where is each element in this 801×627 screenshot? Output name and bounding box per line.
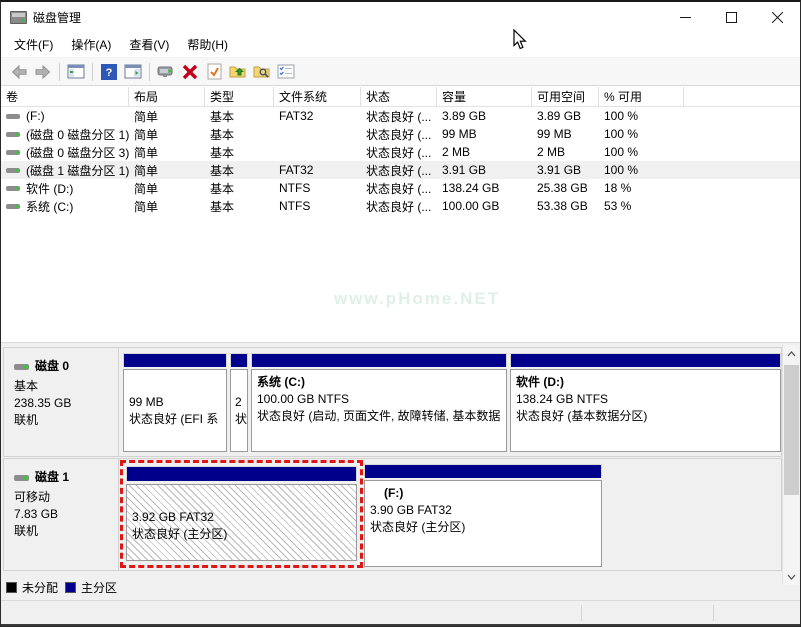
- col-pct-free[interactable]: % 可用: [599, 87, 684, 106]
- partition-type-band: [510, 353, 781, 367]
- partition-d[interactable]: 软件 (D:) 138.24 GB NTFS 状态良好 (基本数据分区): [510, 353, 781, 452]
- maximize-button[interactable]: [708, 2, 754, 32]
- table-row[interactable]: 系统 (C:) 简单 基本 NTFS 状态良好 (... 100.00 GB 5…: [1, 197, 800, 215]
- vertical-scrollbar[interactable]: [782, 345, 799, 585]
- col-status[interactable]: 状态: [361, 87, 437, 106]
- partition-type-band: [364, 464, 602, 478]
- disk-type: 基本: [14, 378, 114, 395]
- disk-icon: [14, 364, 29, 370]
- col-capacity[interactable]: 容量: [437, 87, 532, 106]
- menubar: 文件(F) 操作(A) 查看(V) 帮助(H): [1, 32, 800, 58]
- volume-icon: [6, 186, 20, 191]
- partition-efi[interactable]: 99 MB 状态良好 (EFI 系: [123, 353, 227, 452]
- statusbar-divider: [581, 605, 582, 621]
- unallocated-color-swatch: [6, 582, 17, 593]
- col-filler: [684, 87, 800, 106]
- table-header: 卷 布局 类型 文件系统 状态 容量 可用空间 % 可用: [1, 87, 800, 107]
- col-free-space[interactable]: 可用空间: [532, 87, 599, 106]
- toolbar-separator: [59, 63, 60, 81]
- volume-icon: [6, 132, 20, 137]
- help-icon[interactable]: ?: [97, 61, 121, 83]
- console-tree-icon[interactable]: [64, 61, 88, 83]
- action-pane-icon[interactable]: [121, 61, 145, 83]
- disk0-label-panel[interactable]: 磁盘 0 基本 238.35 GB 联机: [4, 348, 119, 456]
- display-icon[interactable]: [154, 61, 178, 83]
- scroll-down-icon[interactable]: [783, 568, 800, 585]
- close-button[interactable]: [754, 2, 800, 32]
- table-row[interactable]: 软件 (D:) 简单 基本 NTFS 状态良好 (... 138.24 GB 2…: [1, 179, 800, 197]
- disk-status: 联机: [14, 412, 114, 429]
- col-type[interactable]: 类型: [205, 87, 274, 106]
- check-doc-icon[interactable]: [202, 61, 226, 83]
- legend: 未分配 主分区: [6, 579, 117, 596]
- toolbar-separator: [92, 63, 93, 81]
- titlebar: 磁盘管理: [1, 2, 800, 32]
- disk1-label-panel[interactable]: 磁盘 1 可移动 7.83 GB 联机: [4, 459, 119, 570]
- volume-name: (磁盘 0 磁盘分区 1): [26, 126, 129, 143]
- delete-icon[interactable]: [178, 61, 202, 83]
- volume-icon: [6, 204, 20, 209]
- volume-icon: [6, 150, 20, 155]
- disk-management-window: 磁盘管理 文件(F) 操作(A) 查看(V) 帮助(H) ? 卷 布局: [0, 0, 801, 627]
- partition-type-band: [230, 353, 248, 367]
- volume-name: (磁盘 1 磁盘分区 1): [26, 162, 129, 179]
- volume-name: (磁盘 0 磁盘分区 3): [26, 144, 129, 161]
- disk-name: 磁盘 0: [35, 358, 69, 375]
- partition-type-band: [123, 353, 227, 367]
- primary-partition-color-swatch: [65, 582, 76, 593]
- disk-icon: [14, 475, 29, 481]
- volume-name: 系统 (C:): [26, 198, 73, 215]
- table-row[interactable]: (磁盘 0 磁盘分区 1) 简单 基本 状态良好 (... 99 MB 99 M…: [1, 125, 800, 143]
- col-layout[interactable]: 布局: [129, 87, 205, 106]
- volume-icon: [6, 168, 20, 173]
- disk-status: 联机: [14, 523, 114, 540]
- legend-unallocated: 未分配: [6, 579, 58, 596]
- disk-name: 磁盘 1: [35, 469, 69, 486]
- back-icon[interactable]: [7, 61, 31, 83]
- table-row[interactable]: (磁盘 0 磁盘分区 3) 简单 基本 状态良好 (... 2 MB 2 MB …: [1, 143, 800, 161]
- menu-help[interactable]: 帮助(H): [178, 32, 237, 57]
- svg-text:?: ?: [106, 67, 113, 79]
- folder-up-icon[interactable]: [226, 61, 250, 83]
- statusbar: [1, 600, 800, 624]
- statusbar-divider: [713, 605, 714, 621]
- disk-type: 可移动: [14, 489, 114, 506]
- col-filesystem[interactable]: 文件系统: [274, 87, 361, 106]
- partition-recovery[interactable]: 2 状: [230, 353, 248, 452]
- partition-type-band: [126, 466, 357, 481]
- table-row[interactable]: (F:) 简单 基本 FAT32 状态良好 (... 3.89 GB 3.89 …: [1, 107, 800, 125]
- volume-list-pane: 卷 布局 类型 文件系统 状态 容量 可用空间 % 可用 (F:) 简单 基本 …: [1, 87, 800, 342]
- toolbar: ?: [1, 58, 800, 86]
- partition-selected[interactable]: 3.92 GB FAT32 状态良好 (主分区): [120, 460, 363, 568]
- disk-size: 7.83 GB: [14, 506, 114, 523]
- forward-icon[interactable]: [31, 61, 55, 83]
- folder-search-icon[interactable]: [250, 61, 274, 83]
- scroll-up-icon[interactable]: [783, 345, 800, 362]
- partition-c[interactable]: 系统 (C:) 100.00 GB NTFS 状态良好 (启动, 页面文件, 故…: [251, 353, 507, 452]
- volume-name: 软件 (D:): [26, 180, 73, 197]
- disk0-group: 磁盘 0 基本 238.35 GB 联机 99 MB 状态良好 (EFI 系 2: [3, 347, 782, 457]
- graphical-view-pane: 磁盘 0 基本 238.35 GB 联机 99 MB 状态良好 (EFI 系 2: [1, 342, 800, 600]
- menu-file[interactable]: 文件(F): [5, 32, 62, 57]
- partition-type-band: [251, 353, 507, 367]
- checklist-icon[interactable]: [274, 61, 298, 83]
- partition-f[interactable]: (F:) 3.90 GB FAT32 状态良好 (主分区): [364, 464, 602, 567]
- legend-primary-partition: 主分区: [65, 579, 117, 596]
- minimize-button[interactable]: [662, 2, 708, 32]
- toolbar-separator: [149, 63, 150, 81]
- volume-icon: [6, 114, 20, 119]
- menu-action[interactable]: 操作(A): [62, 32, 120, 57]
- volume-name: (F:): [26, 109, 45, 123]
- scrollbar-thumb[interactable]: [784, 365, 799, 495]
- menu-view[interactable]: 查看(V): [120, 32, 178, 57]
- col-volume[interactable]: 卷: [1, 87, 129, 106]
- disk1-group: 磁盘 1 可移动 7.83 GB 联机 3.92 GB FAT32 状态良好 (…: [3, 458, 782, 571]
- disk-size: 238.35 GB: [14, 395, 114, 412]
- table-row-selected[interactable]: (磁盘 1 磁盘分区 1) 简单 基本 FAT32 状态良好 (... 3.91…: [1, 161, 800, 179]
- disk-management-app-icon: [10, 11, 27, 24]
- window-title: 磁盘管理: [33, 9, 81, 26]
